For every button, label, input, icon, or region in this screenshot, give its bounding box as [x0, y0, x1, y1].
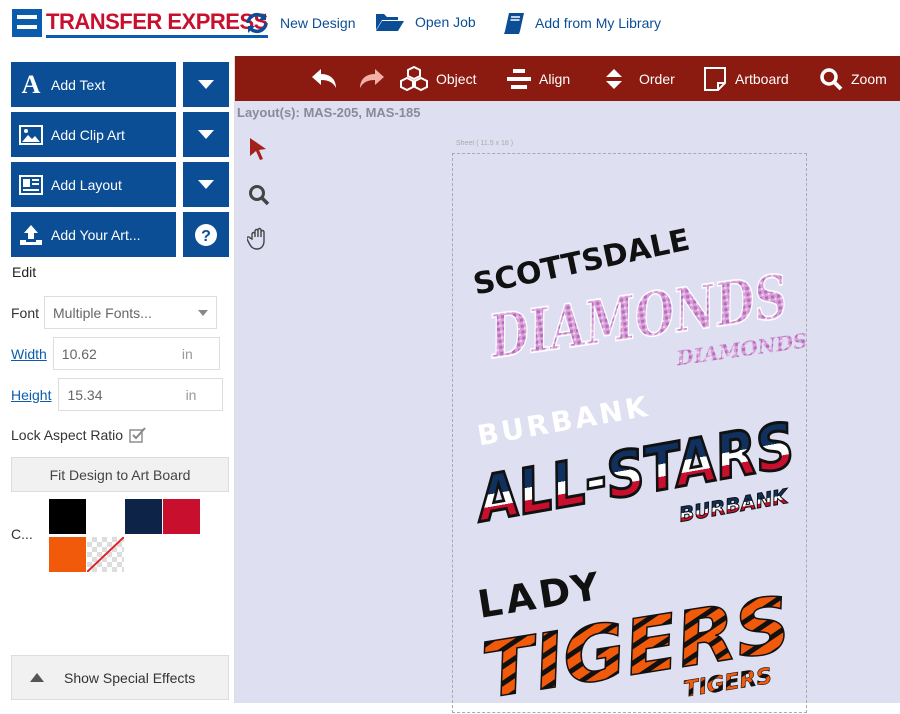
scottsdale-diamonds-design: SCOTTSDALE DIAMONDS DIAMONDS: [470, 223, 808, 374]
caret-up-icon: [30, 673, 44, 682]
object-label: Object: [436, 70, 477, 87]
artboard-button[interactable]: Artboard: [703, 56, 789, 101]
open-job-link[interactable]: Open Job: [375, 12, 476, 32]
logo-mark-icon: [12, 9, 42, 37]
height-field[interactable]: 15.34 in: [58, 378, 224, 411]
add-clipart-dropdown[interactable]: [183, 112, 229, 157]
sheet-size-label: Sheet ( 11.5 x 18 ): [456, 140, 514, 147]
refresh-icon: [246, 12, 268, 34]
order-button[interactable]: Order: [605, 56, 675, 101]
height-value: 15.34: [67, 386, 103, 403]
no-color-slash-icon: [87, 537, 124, 572]
color-swatch-transparent[interactable]: [87, 537, 124, 572]
fit-design-button[interactable]: Fit Design to Art Board: [11, 457, 229, 492]
pointer-tool-icon[interactable]: [247, 136, 269, 162]
artboard-sheet[interactable]: Sheet ( 11.5 x 18 ) SCOTTSDALE DIAMONDS …: [452, 140, 808, 714]
order-label: Order: [639, 70, 675, 87]
align-button[interactable]: Align: [507, 56, 570, 101]
colors-label: C...: [11, 526, 33, 542]
add-clipart-label: Add Clip Art: [51, 126, 125, 143]
layout-icon: [11, 174, 51, 195]
zoom-button[interactable]: Zoom: [819, 56, 887, 101]
font-select[interactable]: Multiple Fonts...: [44, 296, 218, 329]
font-row: Font Multiple Fonts...: [11, 296, 218, 329]
sort-icon: [606, 68, 622, 89]
zoom-label: Zoom: [851, 70, 887, 87]
add-clipart-button[interactable]: Add Clip Art: [11, 112, 176, 157]
color-swatch-black[interactable]: [49, 499, 86, 534]
upload-icon: [11, 224, 51, 246]
caret-down-icon: [198, 129, 214, 139]
layouts-label: Layout(s): MAS-205, MAS-185: [237, 105, 421, 120]
width-unit: in: [181, 345, 193, 362]
align-center-icon: [507, 68, 531, 89]
width-field[interactable]: 10.62 in: [52, 337, 220, 370]
color-swatch-red[interactable]: [163, 499, 200, 534]
chevron-down-icon: [198, 309, 209, 316]
add-text-button[interactable]: A Add Text: [11, 62, 176, 107]
zoom-tool-icon[interactable]: [247, 183, 271, 207]
redo-button[interactable]: [357, 56, 393, 101]
help-button[interactable]: ?: [183, 212, 229, 257]
height-row: Height 15.34 in: [11, 378, 224, 411]
canvas-workarea[interactable]: Layout(s): MAS-205, MAS-185 Sheet ( 11.5…: [235, 101, 900, 714]
add-layout-button[interactable]: Add Layout: [11, 162, 176, 207]
undo-button[interactable]: [311, 56, 347, 101]
svg-text:?: ?: [201, 228, 211, 245]
width-label[interactable]: Width: [11, 346, 47, 362]
color-swatch-white[interactable]: [87, 499, 124, 534]
add-layout-dropdown[interactable]: [183, 162, 229, 207]
width-row: Width 10.62 in: [11, 337, 220, 370]
image-icon: [11, 124, 51, 145]
new-design-link[interactable]: New Design: [244, 12, 355, 34]
artboard-label: Artboard: [735, 70, 789, 87]
redo-icon: [360, 68, 384, 88]
new-design-label: New Design: [280, 15, 356, 31]
object-button[interactable]: Object: [400, 56, 476, 101]
add-layout-label: Add Layout: [51, 176, 122, 193]
left-sidebar: A Add Text Add Clip Art Add Layout Add Y…: [0, 56, 235, 703]
brand-logo[interactable]: TRANSFER EXPRESS: [12, 6, 268, 40]
font-select-value: Multiple Fonts...: [53, 304, 152, 321]
design-preview[interactable]: SCOTTSDALE DIAMONDS DIAMONDS BURBANK ALL…: [453, 154, 808, 714]
width-value: 10.62: [61, 345, 97, 362]
text-a-icon: A: [21, 69, 41, 99]
lock-aspect-label: Lock Aspect Ratio: [11, 427, 124, 443]
cubes-icon: [400, 65, 428, 91]
add-your-art-label: Add Your Art...: [51, 226, 141, 243]
add-your-art-button[interactable]: Add Your Art...: [11, 212, 176, 257]
add-text-dropdown[interactable]: [183, 62, 229, 107]
hand-pan-tool-icon[interactable]: [247, 227, 271, 251]
lady-tigers-design: LADY TIGERS TIGERS: [475, 564, 798, 714]
open-job-label: Open Job: [415, 14, 476, 30]
caret-down-icon: [198, 179, 214, 189]
burbank-allstars-design: BURBANK ALL-STARS BURBANK: [467, 390, 802, 539]
caret-down-icon: [198, 79, 214, 89]
top-bar: TRANSFER EXPRESS New Design Open Job Add…: [0, 0, 900, 46]
canvas-toolbar: Object Align Order Artboard Zoom: [235, 56, 900, 101]
brand-name: TRANSFER EXPRESS: [46, 9, 268, 38]
add-from-library-link[interactable]: Add from My Library: [503, 12, 661, 34]
lock-aspect-checkbox[interactable]: [129, 427, 147, 443]
zoom-search-icon: [820, 67, 843, 90]
show-special-effects-label: Show Special Effects: [64, 669, 196, 686]
height-label[interactable]: Height: [11, 387, 51, 403]
color-swatch-navy[interactable]: [125, 499, 162, 534]
add-text-label: Add Text: [51, 76, 106, 93]
help-question-icon: ?: [195, 223, 217, 246]
artboard-icon: [704, 66, 726, 91]
book-icon: [504, 13, 524, 34]
undo-icon: [312, 68, 336, 88]
color-swatch-orange[interactable]: [49, 537, 86, 572]
font-label: Font: [11, 304, 40, 321]
add-from-library-label: Add from My Library: [535, 15, 662, 31]
show-special-effects-button[interactable]: Show Special Effects: [11, 655, 229, 700]
lock-aspect-row[interactable]: Lock Aspect Ratio: [11, 427, 147, 443]
folder-open-icon: [376, 14, 404, 31]
edit-section-label: Edit: [12, 264, 37, 280]
height-unit: in: [185, 386, 197, 403]
align-label: Align: [539, 70, 571, 87]
